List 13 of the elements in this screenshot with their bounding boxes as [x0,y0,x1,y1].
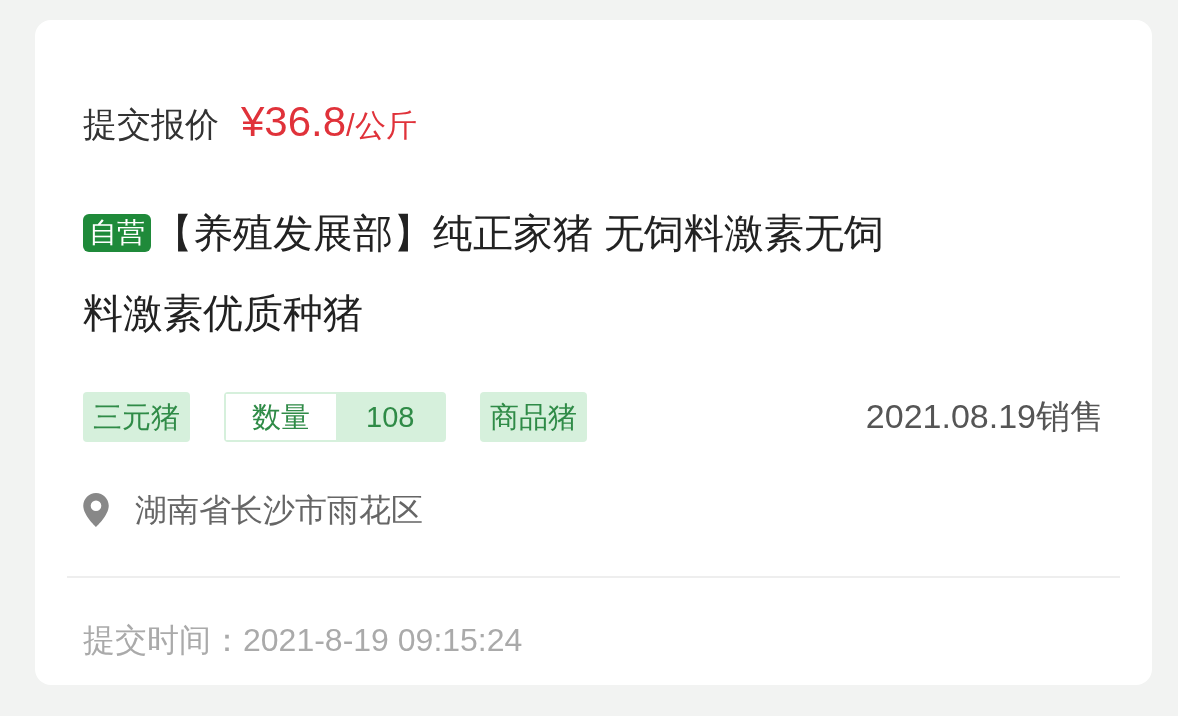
price-unit: /公斤 [346,108,417,145]
product-title-line: 料激素优质种猪 [83,290,363,337]
tag: 三元猪 [83,391,190,442]
quantity-value: 108 [336,393,445,440]
tag: 商品猪 [480,391,588,442]
location-text: 湖南省长沙市雨花区 [135,491,423,530]
self-operated-badge: 自营 [83,214,151,252]
sale-date: 2021.08.19销售 [865,396,1104,437]
submit-time: 提交时间：2021-8-19 09:15:24 [83,621,524,660]
price-label: 提交报价 [83,104,219,145]
product-title-line: 【养殖发展部】纯正家猪 无饲料激素无饲 [153,210,885,257]
price-value: ¥36.8 [241,97,347,147]
location-pin-icon [83,493,109,527]
